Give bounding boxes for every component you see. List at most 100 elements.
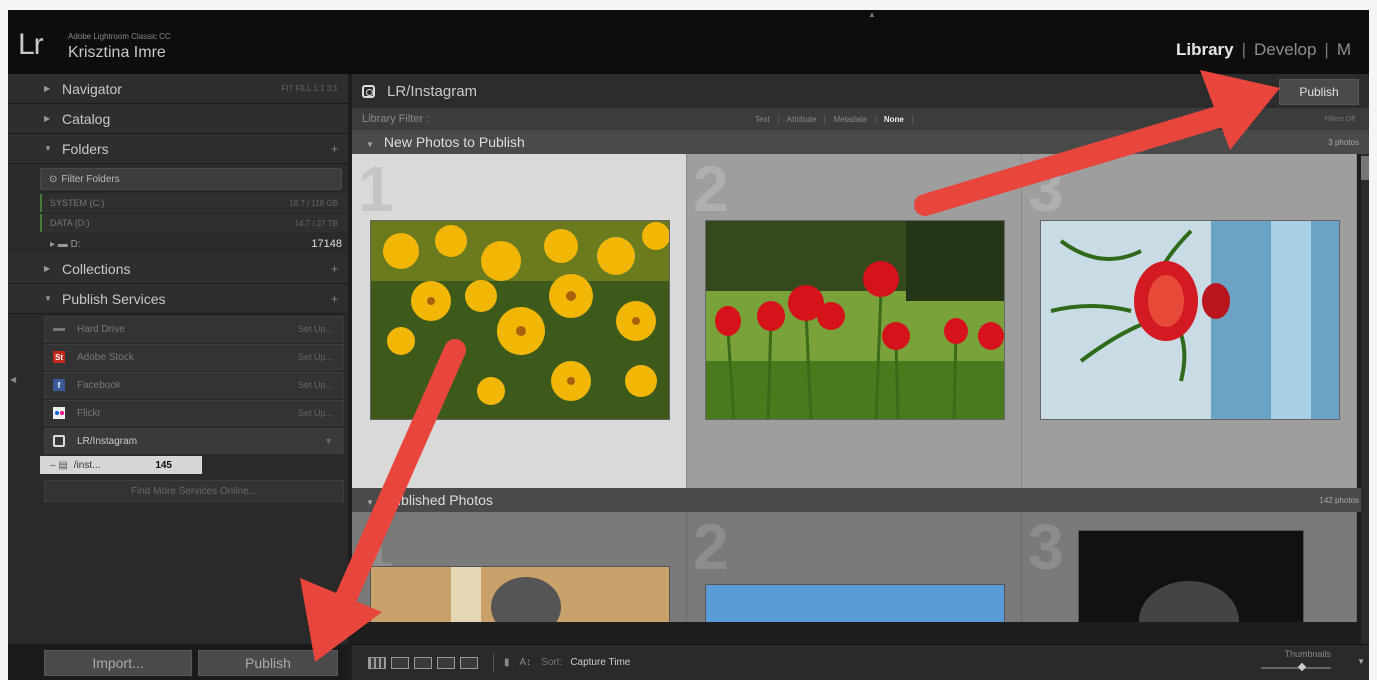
adobe-stock-icon: St [53,351,65,363]
bottom-toolbar: ▮ A↕ Sort: Capture Time Thumbnails ▼ [352,644,1369,680]
grid-cell[interactable]: 3 [1022,153,1357,488]
loupe-view-icon[interactable] [391,656,409,669]
volume-data[interactable]: DATA (D:) 14.7 / 27 TB [40,214,348,232]
filter-tab-none[interactable]: None [876,114,913,124]
user-name: Krisztina Imre [68,44,166,61]
sort-label: Sort: [541,657,563,668]
library-filter-bar: Library Filter : Text Attribute Metadata… [352,108,1369,130]
folder-icon: ▸ ▬ [50,238,71,250]
grid-cell[interactable]: 1 [352,512,687,622]
grid-view-icon[interactable] [368,656,386,669]
toolbar-menu-chevron-icon[interactable]: ▼ [1357,657,1365,666]
find-more-services-button[interactable]: Find More Services Online... [44,480,344,502]
collapse-left-panel-icon[interactable]: ◀ [10,375,16,384]
main-content: LR/Instagram Publish Library Filter : Te… [352,74,1369,680]
lr-logo: Lr [18,28,44,61]
new-photos-section-header[interactable]: ▼ New Photos to Publish 3 photos [352,130,1369,154]
grid-cell[interactable]: 2 [687,512,1022,622]
collapse-triangle-icon: ▼ [44,294,52,303]
photo-yellow-flowers[interactable] [370,220,670,420]
lightroom-window: Lr Adobe Lightroom Classic CC Krisztina … [8,10,1369,680]
add-collection-icon[interactable]: + [331,262,338,276]
collection-icon: – ▤ [50,459,68,471]
module-picker: Library | Develop | M [1168,40,1359,60]
painter-icon[interactable]: ▮ [504,657,510,668]
setup-link[interactable]: Set Up... [298,352,333,362]
compare-view-icon[interactable] [414,656,432,669]
search-icon: ⊙ [49,173,58,185]
module-library[interactable]: Library [1168,40,1242,60]
collapse-triangle-icon: ▼ [366,140,374,149]
photo-thumbnail[interactable] [1078,530,1304,622]
toolbar-divider [493,653,494,672]
navigator-header[interactable]: ▶ Navigator FIT FILL 1:1 3:1 [8,74,348,104]
service-lr-instagram[interactable]: LR/Instagram ▼ [44,428,344,454]
import-button[interactable]: Import... [44,650,192,676]
thumbnail-size-knob[interactable] [1297,662,1307,672]
filter-tab-attribute[interactable]: Attribute [779,114,826,124]
filter-tab-metadata[interactable]: Metadata [825,114,876,124]
photo-thumbnail[interactable] [370,566,670,622]
hard-drive-icon [53,327,65,331]
expand-triangle-icon: ▶ [44,84,51,93]
filter-tab-text[interactable]: Text [747,114,779,124]
sort-select[interactable]: Capture Time [570,657,630,668]
grid-cell[interactable]: 1 [352,153,687,488]
expand-triangle-icon: ▶ [44,114,51,123]
collapse-triangle-icon: ▼ [366,498,374,507]
navigator-zoom-modes[interactable]: FIT FILL 1:1 3:1 [282,84,338,93]
publish-services-header[interactable]: ▼ Publish Services + [8,284,348,314]
thumbnail-size-slider[interactable] [1261,667,1331,669]
published-photos-section-header[interactable]: ▼ Published Photos 142 photos [352,488,1369,512]
publish-button-left[interactable]: Publish [198,650,338,676]
volume-system[interactable]: SYSTEM (C:) 18.7 / 118 GB [40,194,348,212]
photo-bottlebrush[interactable] [1040,220,1340,420]
photo-thumbnail[interactable] [705,584,1005,622]
collapse-triangle-icon: ▼ [44,144,52,153]
service-menu-chevron-icon[interactable]: ▼ [324,436,333,446]
expand-triangle-icon: ▶ [44,264,51,273]
collapse-top-caret-icon[interactable]: ▲ [868,10,876,19]
grid-cell[interactable]: 2 [687,153,1022,488]
folder-item[interactable]: ▸ ▬ D: 17148 [40,234,348,254]
published-photos-grid: 1 2 3 [352,512,1369,622]
setup-link[interactable]: Set Up... [298,408,333,418]
flickr-icon [53,407,65,419]
collections-header[interactable]: ▶ Collections + [8,254,348,284]
setup-link[interactable]: Set Up... [298,324,333,334]
survey-view-icon[interactable] [437,656,455,669]
thumbnails-label: Thumbnails [1284,649,1331,659]
publish-button-top[interactable]: Publish [1279,79,1359,105]
identity-bar: Lr Adobe Lightroom Classic CC Krisztina … [8,10,1369,74]
sort-direction-icon[interactable]: A↕ [520,657,532,668]
folders-header[interactable]: ▼ Folders + [8,134,348,164]
add-service-icon[interactable]: + [331,292,338,306]
facebook-icon: f [53,379,65,391]
main-header: LR/Instagram Publish [352,74,1369,108]
filter-folders-input[interactable]: ⊙ Filter Folders [40,168,342,190]
filters-off-toggle[interactable]: Filters Off [1325,116,1355,123]
service-facebook[interactable]: f Facebook Set Up... [44,372,344,398]
published-collection-item[interactable]: – ▤ /inst... 145 [40,456,202,474]
service-adobe-stock[interactable]: St Adobe Stock Set Up... [44,344,344,370]
people-view-icon[interactable] [460,656,478,669]
service-flickr[interactable]: Flickr Set Up... [44,400,344,426]
grid-cell[interactable]: 3 [1022,512,1357,622]
module-develop[interactable]: Develop [1246,40,1324,60]
add-folder-icon[interactable]: + [331,142,338,156]
grid-scrollbar[interactable] [1361,154,1369,664]
setup-link[interactable]: Set Up... [298,380,333,390]
service-hard-drive[interactable]: Hard Drive Set Up... [44,316,344,342]
instagram-icon [53,435,65,447]
new-photos-grid: 1 2 3 [352,153,1369,488]
instagram-icon [362,84,375,98]
library-filter-label: Library Filter : [362,113,430,125]
left-panel: ▶ Navigator FIT FILL 1:1 3:1 ▶ Catalog ▼… [8,74,348,680]
page-title: LR/Instagram [387,82,478,100]
catalog-header[interactable]: ▶ Catalog [8,104,348,134]
photo-red-tulips[interactable] [705,220,1005,420]
module-map[interactable]: M [1329,40,1359,60]
app-name: Adobe Lightroom Classic CC [68,32,171,41]
left-panel-buttons: Import... Publish [8,644,348,680]
grid-scrollbar-thumb[interactable] [1361,156,1369,180]
